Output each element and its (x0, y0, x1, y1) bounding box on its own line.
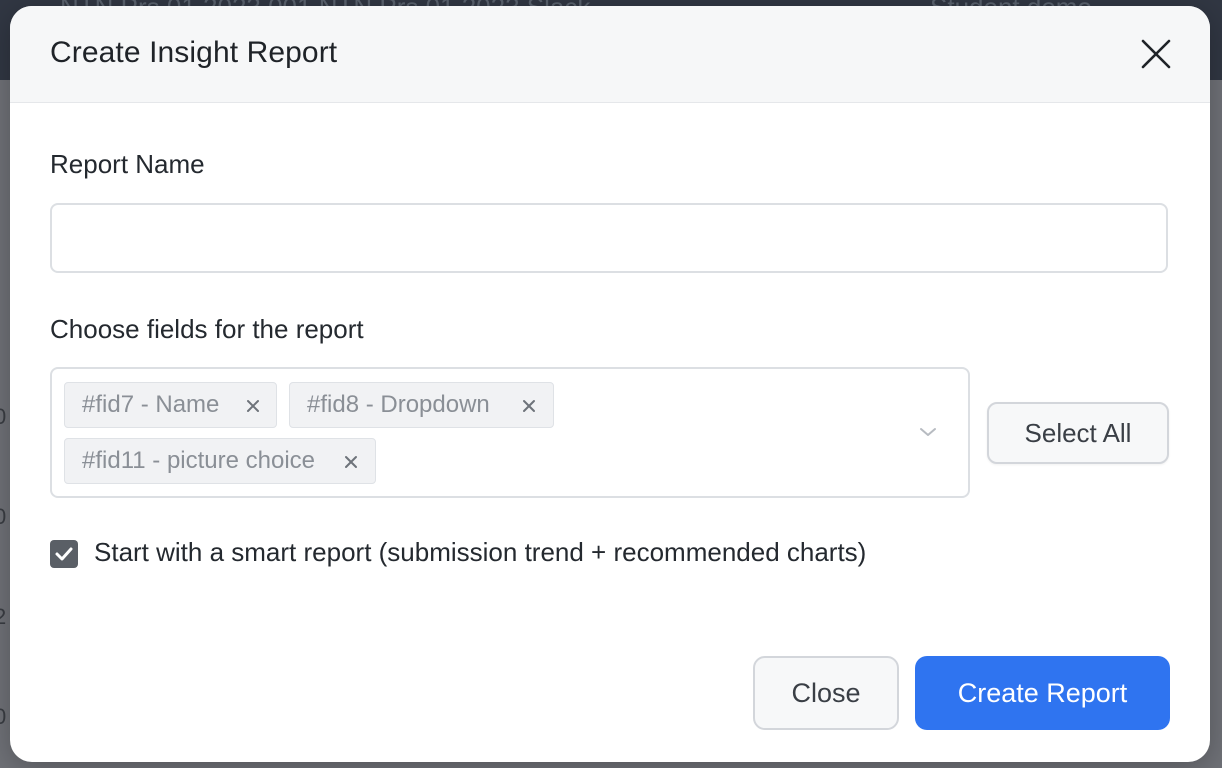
x-icon[interactable] (340, 450, 362, 472)
field-tag-label: #fid8 - Dropdown (307, 391, 490, 418)
chevron-down-icon[interactable] (918, 425, 938, 439)
fields-multiselect[interactable]: #fid7 - Name #fid8 - Dropdown #fid11 - p… (50, 367, 970, 498)
dialog-title: Create Insight Report (50, 36, 338, 69)
field-tag: #fid11 - picture choice (64, 438, 376, 484)
close-button[interactable]: Close (753, 656, 899, 730)
dialog-header: Create Insight Report (10, 6, 1210, 103)
field-tag-label: #fid7 - Name (82, 391, 220, 418)
x-icon[interactable] (242, 394, 264, 416)
smart-report-label[interactable]: Start with a smart report (submission tr… (94, 537, 866, 568)
create-insight-report-dialog: Create Insight Report Report Name Choose… (10, 6, 1210, 762)
report-name-label: Report Name (50, 149, 205, 179)
x-icon[interactable] (518, 394, 540, 416)
check-icon (55, 547, 73, 561)
close-icon[interactable] (1138, 36, 1174, 72)
smart-report-checkbox[interactable] (50, 540, 78, 568)
field-tag: #fid8 - Dropdown (289, 382, 554, 428)
select-all-button[interactable]: Select All (987, 402, 1169, 464)
create-report-button[interactable]: Create Report (915, 656, 1170, 730)
field-tag: #fid7 - Name (64, 382, 277, 428)
fields-label: Choose fields for the report (50, 314, 364, 344)
field-tag-label: #fid11 - picture choice (82, 447, 316, 474)
report-name-input[interactable] (50, 203, 1168, 273)
